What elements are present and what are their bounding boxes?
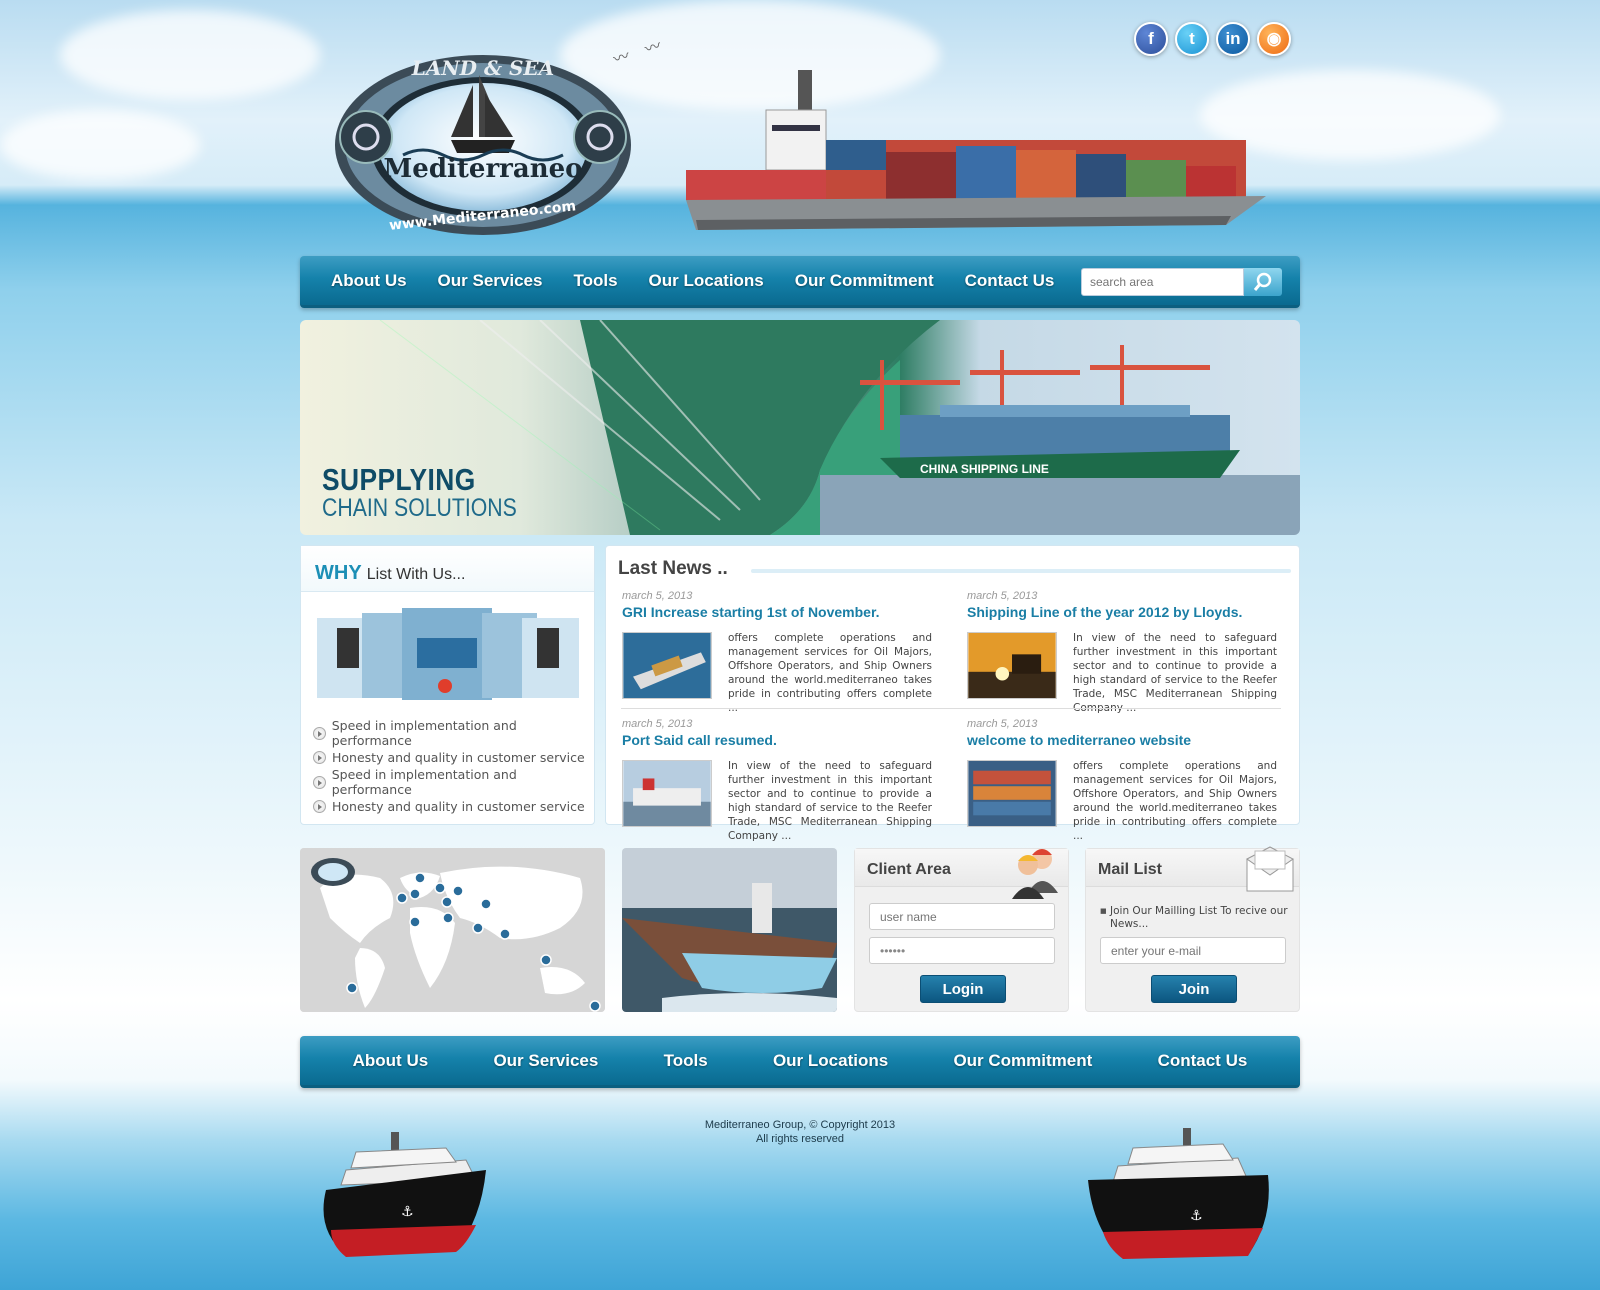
why-title-rest: List With Us... [366,566,466,583]
footer-nav-contact-us[interactable]: Contact Us [1158,1051,1248,1071]
nav-our-locations[interactable]: Our Locations [649,271,764,291]
why-item: Honesty and quality in customer service [313,795,594,820]
arrow-bullet-icon [313,751,326,765]
container-ship-image [686,70,1266,230]
why-header: WHY List With Us... [301,546,594,592]
news-link[interactable]: GRI Increase starting 1st of November. [622,604,932,620]
svg-text:LAND & SEA: LAND & SEA [411,56,554,80]
news-link[interactable]: Port Said call resumed. [622,732,932,748]
news-excerpt: offers complete operations and managemen… [1073,760,1277,842]
hero-banner: CHINA SHIPPING LINE SUPPLYING CHAIN SOLU… [300,320,1300,535]
news-date: march 5, 2013 [622,718,693,730]
why-list-box: WHY List With Us... Speed in implementat… [300,545,595,825]
linkedin-icon[interactable]: in [1216,22,1250,56]
why-title-bold: WHY [315,562,362,584]
mail-list-panel: Mail List Join Our Mailling List To reci… [1085,846,1300,1012]
svg-text:⚓: ⚓ [401,1204,414,1220]
news-item: march 5, 2013 GRI Increase starting 1st … [622,590,932,714]
news-item: march 5, 2013 Shipping Line of the year … [967,590,1277,714]
username-field[interactable] [869,903,1055,930]
copyright: Mediterraneo Group, © Copyright 2013 All… [0,1118,1600,1146]
tanker-photo[interactable] [622,848,837,1012]
svg-text:Mediterraneo: Mediterraneo [384,154,583,184]
news-thumbnail[interactable] [622,760,712,827]
news-excerpt: In view of the need to safeguard further… [728,760,932,842]
users-icon [1012,849,1058,899]
news-excerpt: offers complete operations and managemen… [728,632,932,714]
footer-nav-our-commitment[interactable]: Our Commitment [953,1051,1092,1071]
arrow-bullet-icon [313,775,326,789]
news-thumbnail[interactable] [967,632,1057,699]
footer-nav-our-locations[interactable]: Our Locations [773,1051,888,1071]
boat-right-image: ⚓ [1088,1128,1269,1259]
copyright-line: Mediterraneo Group, © Copyright 2013 [704,1119,896,1131]
news-item: march 5, 2013 welcome to mediterraneo we… [967,718,1277,842]
nav-tools[interactable]: Tools [573,271,617,291]
email-field[interactable] [1100,937,1286,964]
news-link[interactable]: Shipping Line of the year 2012 by Lloyds… [967,604,1277,620]
news-link[interactable]: welcome to mediterraneo website [967,732,1277,748]
news-excerpt: In view of the need to safeguard further… [1073,632,1277,714]
svg-text:⚓: ⚓ [1190,1208,1203,1224]
why-gallery-image[interactable] [317,608,579,708]
arrow-bullet-icon [313,800,326,814]
banner-heading: SUPPLYING [322,462,476,497]
twitter-icon[interactable]: t [1175,22,1209,56]
search-icon [1253,272,1272,291]
news-title-divider [751,569,1291,573]
svg-text:CHINA SHIPPING LINE: CHINA SHIPPING LINE [920,462,1049,476]
envelope-icon [1246,846,1294,892]
mail-list-note: Join Our Mailling List To recive our New… [1100,905,1290,931]
join-button[interactable]: Join [1151,975,1237,1003]
news-date: march 5, 2013 [967,590,1038,602]
search-input[interactable] [1081,268,1244,296]
site-logo[interactable]: LAND & SEA Mediterraneo www.Mediterraneo… [333,45,635,241]
news-item: march 5, 2013 Port Said call resumed. In… [622,718,932,842]
banner-subheading: CHAIN SOLUTIONS [322,494,517,522]
boat-left-image: ⚓ [323,1132,486,1257]
nav-our-commitment[interactable]: Our Commitment [795,271,934,291]
footer-nav-tools[interactable]: Tools [664,1051,708,1071]
nav-our-services[interactable]: Our Services [438,271,543,291]
password-field[interactable] [869,937,1055,964]
facebook-icon[interactable]: f [1134,22,1168,56]
footer-nav-our-services[interactable]: Our Services [493,1051,598,1071]
news-box: Last News .. march 5, 2013 GRI Increase … [605,545,1300,842]
news-thumbnail[interactable] [967,760,1057,827]
footer-navigation: About Us Our Services Tools Our Location… [300,1036,1300,1088]
nav-about-us[interactable]: About Us [331,271,407,291]
footer-nav-about-us[interactable]: About Us [353,1051,429,1071]
news-thumbnail[interactable] [622,632,712,699]
arrow-bullet-icon [313,726,326,740]
social-links: f t in ◉ [1134,22,1291,56]
search-bar [1081,268,1282,296]
why-item: Speed in implementation and performance [313,767,594,797]
search-button[interactable] [1244,268,1282,296]
rights-line: All rights reserved [755,1133,845,1145]
login-button[interactable]: Login [920,975,1006,1003]
main-navigation: About Us Our Services Tools Our Location… [300,256,1300,308]
rss-icon[interactable]: ◉ [1257,22,1291,56]
client-area-panel: Client Area Login [854,848,1069,1012]
why-item: Speed in implementation and performance [313,718,594,748]
news-date: march 5, 2013 [622,590,693,602]
locations-map[interactable] [300,848,605,1012]
news-title: Last News .. [618,558,728,579]
news-date: march 5, 2013 [967,718,1038,730]
nav-contact-us[interactable]: Contact Us [965,271,1055,291]
news-divider [621,708,1281,709]
